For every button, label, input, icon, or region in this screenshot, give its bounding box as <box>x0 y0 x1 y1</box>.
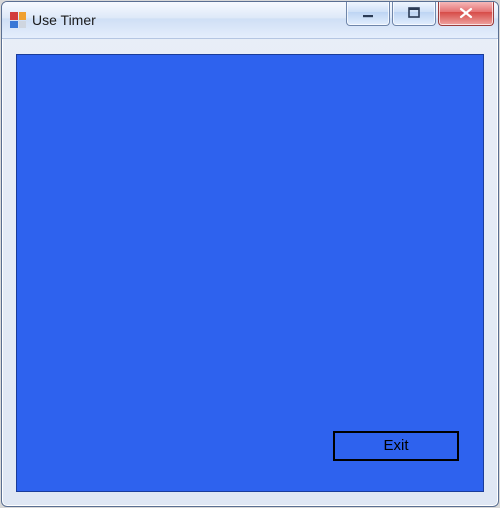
minimize-button[interactable] <box>346 1 390 26</box>
form-client-area: Exit <box>16 54 484 492</box>
window-buttons <box>346 2 494 38</box>
exit-button[interactable]: Exit <box>333 431 459 461</box>
minimize-icon <box>361 6 375 20</box>
titlebar[interactable]: Use Timer <box>2 2 498 39</box>
maximize-button[interactable] <box>392 1 436 26</box>
window-title: Use Timer <box>32 12 96 28</box>
app-window: Use Timer Exit <box>1 1 499 507</box>
maximize-icon <box>407 6 421 20</box>
close-button[interactable] <box>438 1 494 26</box>
app-icon <box>10 12 26 28</box>
close-icon <box>458 6 474 20</box>
